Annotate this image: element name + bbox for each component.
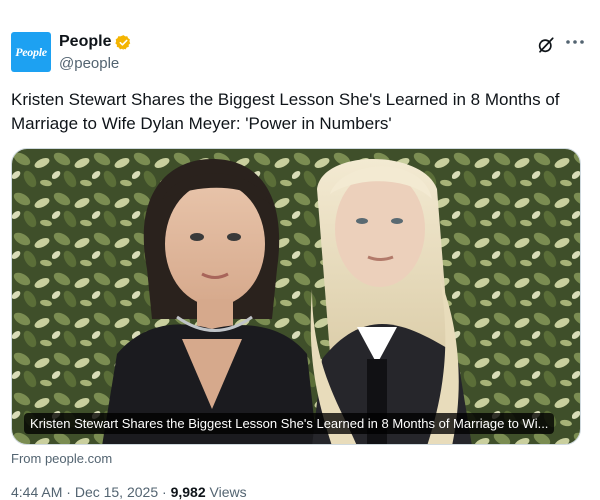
- card-photo: [12, 149, 580, 444]
- author-name-block: People @people: [59, 32, 132, 72]
- meta-separator: ·: [66, 484, 71, 500]
- tweet-meta: 4:44 AM · Dec 15, 2025 · 9,982 Views: [11, 484, 247, 500]
- card-source-link[interactable]: From people.com: [11, 451, 112, 466]
- link-card[interactable]: Kristen Stewart Shares the Biggest Lesso…: [11, 148, 581, 445]
- tweet-header: People People @people: [11, 30, 589, 74]
- display-name-row: People: [59, 32, 132, 52]
- card-caption: Kristen Stewart Shares the Biggest Lesso…: [24, 413, 555, 434]
- verified-badge-icon[interactable]: [115, 34, 132, 51]
- meta-separator-2: ·: [162, 484, 167, 500]
- tweet-text: Kristen Stewart Shares the Biggest Lesso…: [11, 90, 560, 133]
- handle[interactable]: @people: [59, 55, 132, 72]
- tweet-date[interactable]: Dec 15, 2025: [75, 484, 158, 500]
- display-name[interactable]: People: [59, 33, 111, 51]
- avatar-logo-text: People: [15, 44, 47, 59]
- grok-icon[interactable]: [537, 36, 555, 54]
- views-label: Views: [209, 484, 247, 500]
- views-count[interactable]: 9,982: [171, 484, 206, 500]
- more-icon[interactable]: [563, 32, 587, 52]
- avatar[interactable]: People: [11, 32, 51, 72]
- tweet-time[interactable]: 4:44 AM: [11, 484, 62, 500]
